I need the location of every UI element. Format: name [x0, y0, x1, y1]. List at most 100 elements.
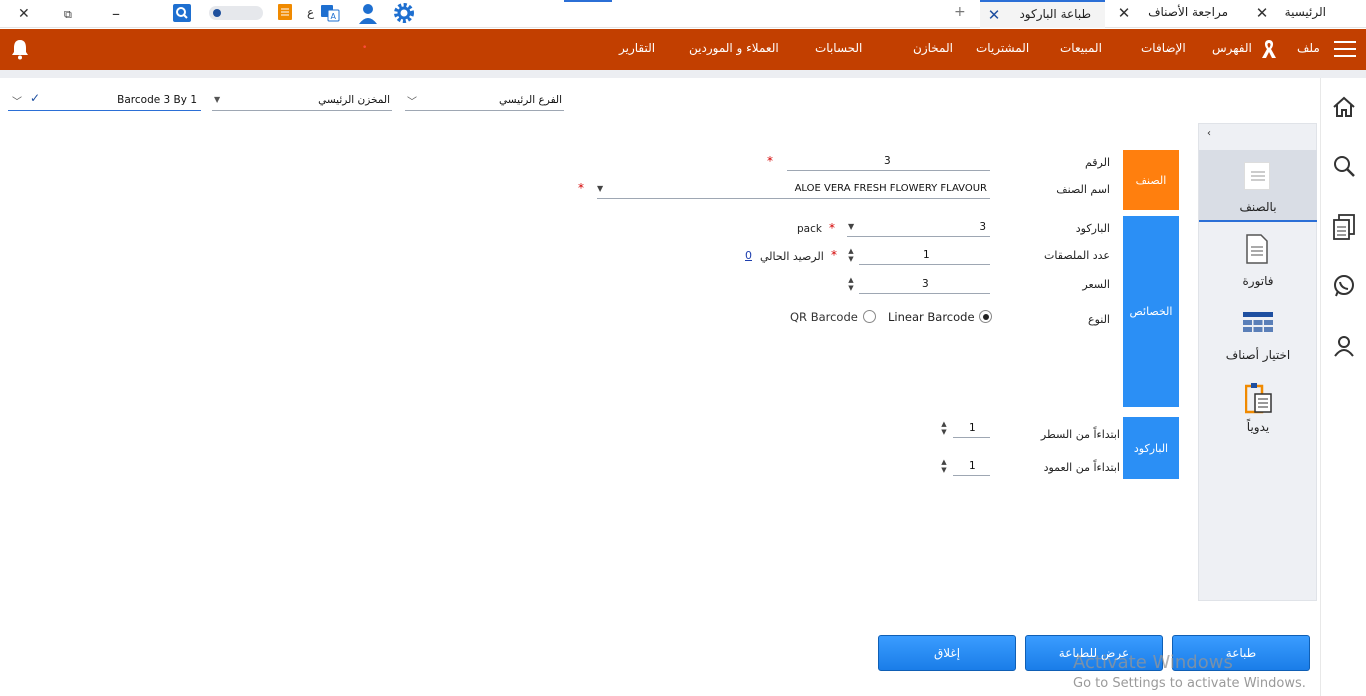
svg-text:A: A	[331, 12, 337, 21]
new-tab-button[interactable]: +	[954, 4, 966, 20]
close-icon[interactable]: ✕	[986, 7, 1002, 23]
documents-icon[interactable]	[1332, 214, 1356, 240]
collapse-chevron-icon[interactable]: ‹	[1207, 128, 1211, 139]
item-name-select[interactable]: ▼ ALOE VERA FRESH FLOWERY FLAVOUR	[597, 181, 990, 199]
nav-additions[interactable]: الإضافات	[1141, 41, 1186, 55]
barcode-select[interactable]: ▼ 3	[847, 219, 990, 237]
start-row-stepper[interactable]: ▲ ▼	[939, 420, 949, 436]
nav-purchases[interactable]: المشتريات	[976, 41, 1029, 55]
nav-divider	[0, 70, 1366, 78]
ribbon-logo-icon	[1259, 38, 1279, 60]
mode-manual-label: يدوياً	[1246, 420, 1270, 434]
tab-home[interactable]: ✕ الرئيسية	[1250, 0, 1366, 28]
nav-sales[interactable]: المبيعات	[1060, 41, 1102, 55]
gear-icon[interactable]	[392, 1, 416, 25]
tab-barcode-print[interactable]: ✕ طباعة الباركود	[980, 0, 1105, 28]
translate-icon[interactable]: A	[320, 3, 340, 23]
price-label: السعر	[1082, 278, 1110, 291]
required-marker: *	[578, 181, 584, 195]
tab-label: الرئيسية	[1284, 5, 1326, 19]
close-icon[interactable]: ✕	[1254, 5, 1270, 21]
barcode-label: الباركود	[1075, 222, 1110, 235]
profile-icon[interactable]	[1332, 334, 1356, 358]
start-col-label: ابتداءاً من العمود	[1043, 461, 1120, 474]
notes-icon[interactable]	[278, 4, 292, 20]
mode-select-items-label: اختيار أصناف	[1225, 348, 1291, 362]
whatsapp-icon[interactable]	[1332, 274, 1356, 298]
price-value: 3	[922, 278, 929, 290]
restore-window-icon[interactable]: ⧉	[64, 8, 72, 22]
activation-watermark-subtitle: Go to Settings to activate Windows.	[1073, 676, 1306, 691]
invoice-icon	[1245, 234, 1269, 264]
mode-invoice[interactable]: فاتورة	[1199, 228, 1317, 300]
start-col-stepper[interactable]: ▲ ▼	[939, 458, 949, 474]
store-select[interactable]: ▼ المخزن الرئيسي	[212, 91, 392, 111]
chevron-down-icon: ﹀	[407, 97, 417, 108]
start-col-input[interactable]: 1	[953, 458, 990, 476]
number-label: الرقم	[1084, 156, 1110, 169]
nav-reports[interactable]: التقارير	[619, 41, 655, 55]
branch-select-value: الفرع الرئيسي	[499, 94, 562, 106]
check-icon: ✓	[30, 91, 41, 105]
section-item: الصنف	[1123, 150, 1179, 210]
start-row-input[interactable]: 1	[953, 420, 990, 438]
mode-by-item[interactable]: بالصنف	[1199, 150, 1317, 222]
linear-barcode-radio[interactable]	[979, 310, 992, 323]
branch-select[interactable]: ﹀ الفرع الرئيسي	[405, 91, 564, 111]
caret-down-icon: ▼	[848, 222, 855, 231]
mode-select-items[interactable]: اختيار أصناف	[1199, 302, 1317, 374]
labels-count-input[interactable]: 1	[859, 247, 990, 265]
type-label: النوع	[1088, 313, 1110, 326]
caret-down-icon: ▼	[214, 95, 221, 104]
user-icon[interactable]	[357, 2, 379, 24]
status-dot: •	[362, 43, 368, 53]
document-icon	[1244, 162, 1270, 190]
start-row-label: ابتداءاً من السطر	[1040, 428, 1120, 441]
toggle-switch[interactable]	[209, 6, 263, 20]
activation-watermark-title: Activate Windows	[1073, 652, 1233, 673]
clipboard-icon	[1244, 382, 1273, 414]
tab-label: طباعة الباركود	[1019, 7, 1091, 21]
current-balance-link[interactable]: 0	[745, 249, 752, 262]
close-window-icon[interactable]: ✕	[18, 6, 30, 22]
mode-invoice-label: فاتورة	[1242, 274, 1274, 288]
main-nav: • التقارير العملاء و الموردين الحسابات ا…	[0, 29, 1366, 70]
labels-count-stepper[interactable]: ▲ ▼	[846, 247, 856, 263]
qr-barcode-radio[interactable]	[863, 310, 876, 323]
qr-barcode-label[interactable]: QR Barcode	[790, 310, 858, 324]
nav-index[interactable]: الفهرس	[1212, 41, 1252, 55]
price-input[interactable]: 3	[859, 276, 990, 294]
mode-manual[interactable]: يدوياً	[1199, 376, 1317, 448]
chevron-down-icon: ﹀	[12, 97, 22, 108]
keyboard-lang-indicator: ع	[307, 5, 315, 19]
required-marker: *	[829, 221, 835, 235]
start-col-value: 1	[969, 460, 976, 472]
item-name-value: ALOE VERA FRESH FLOWERY FLAVOUR	[794, 183, 987, 194]
store-select-value: المخزن الرئيسي	[318, 94, 390, 106]
section-barcode: الباركود	[1123, 417, 1179, 479]
nav-file[interactable]: ملف	[1297, 41, 1320, 55]
tab-items-review[interactable]: ✕ مراجعة الأصناف	[1112, 0, 1240, 28]
bell-icon[interactable]	[9, 38, 31, 60]
nav-customers-suppliers[interactable]: العملاء و الموردين	[689, 41, 779, 55]
home-icon[interactable]	[1332, 95, 1356, 119]
required-marker: *	[767, 154, 773, 168]
minimize-window-icon[interactable]: –	[112, 4, 120, 23]
barcode-select-value: 3	[979, 221, 986, 233]
linear-barcode-label[interactable]: Linear Barcode	[888, 310, 975, 324]
search-icon[interactable]	[1332, 154, 1356, 178]
search-toolbar-icon[interactable]	[173, 4, 191, 22]
price-stepper[interactable]: ▲ ▼	[846, 276, 856, 292]
current-balance-label: الرصيد الحالي	[760, 250, 824, 263]
number-input[interactable]: 3	[787, 153, 990, 171]
required-marker: *	[831, 248, 837, 262]
print-mode-panel: ‹ بالصنف فاتورة اختيار أصناف يدوياً	[1198, 123, 1317, 601]
nav-stores[interactable]: المخازن	[913, 41, 953, 55]
template-select[interactable]: ﹀ ✓ Barcode 3 By 1	[8, 91, 201, 111]
labels-count-value: 1	[923, 249, 930, 261]
nav-accounts[interactable]: الحسابات	[815, 41, 862, 55]
hamburger-menu-icon[interactable]	[1334, 41, 1356, 57]
table-grid-icon	[1243, 312, 1273, 338]
close-icon[interactable]: ✕	[1116, 5, 1132, 21]
close-button[interactable]: إغلاق	[878, 635, 1016, 671]
